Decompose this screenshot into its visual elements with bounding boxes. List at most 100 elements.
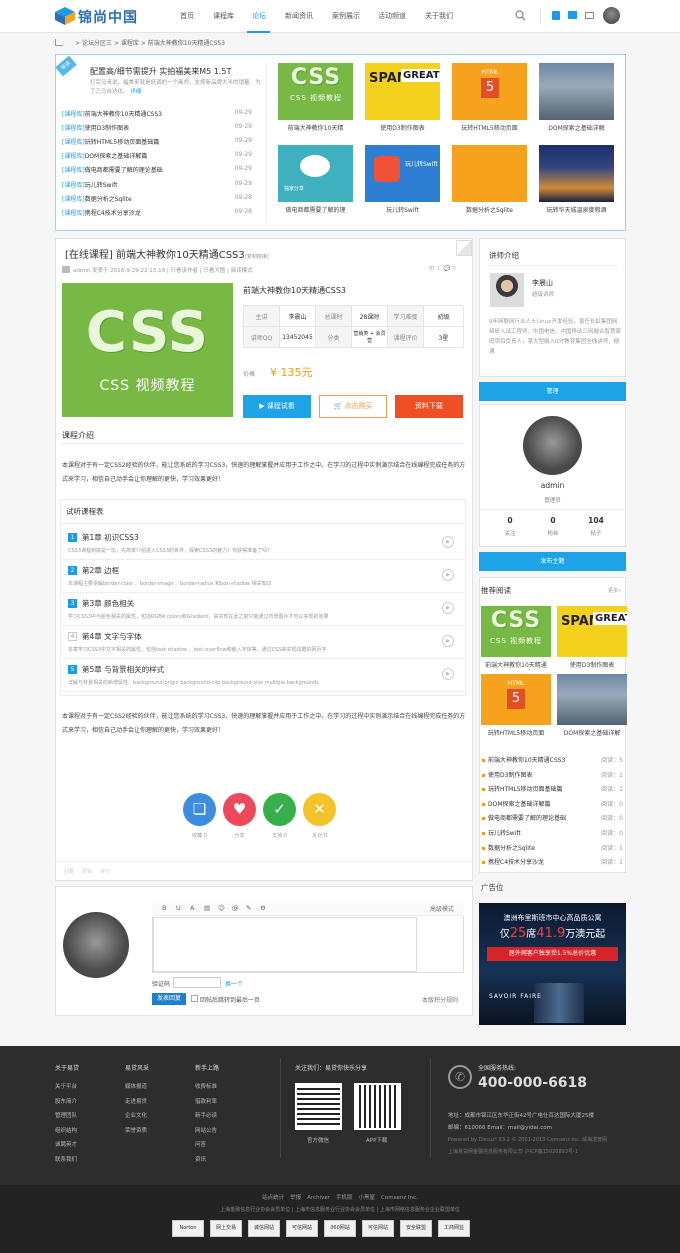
news-title[interactable]: 数据分析之Sqlite (85, 196, 132, 203)
recommend-caption[interactable]: 使用D3制作图表 (557, 660, 627, 669)
captcha-change-link[interactable]: 换一个 (225, 979, 243, 988)
recommend-title[interactable]: 携程C4技术分享沙龙 (488, 859, 544, 866)
recommend-title[interactable]: 玩儿转Swift (488, 830, 521, 837)
lesson-item[interactable]: 2 第2章 边框 本课程主要讲解border-color 、border-image… (62, 562, 464, 593)
footer-link[interactable]: 借款利率 (195, 1097, 217, 1105)
recommend-caption[interactable]: 玩转HTML5移动页面 (481, 728, 551, 737)
thumb-caption[interactable]: 玩转华天城温泉度假酒 (539, 205, 614, 214)
security-badge[interactable]: 网上交易 (210, 1220, 242, 1237)
support-icon[interactable]: ✓ (263, 793, 296, 826)
news-item[interactable]: [课程库]携程C4技术分享沙龙 09-28 (62, 208, 252, 222)
recommend-image[interactable]: HTML 5 (481, 674, 551, 725)
report-link[interactable]: 举报 (82, 869, 92, 875)
recommend-image[interactable]: CSS CSS 视频教程 (481, 606, 551, 657)
editor-tool-icon[interactable]: ☺ (218, 904, 225, 912)
admin-name[interactable]: admin (479, 481, 626, 490)
thumb-card[interactable]: SPAM GREAT! 使用D3制作图表 (365, 63, 441, 141)
news-item[interactable]: [课程库]玩转HTML5移动页面基础篇 09-29 (62, 137, 252, 151)
news-title[interactable]: 玩转HTML5移动页面基础篇 (85, 139, 160, 146)
security-badge[interactable]: 安全联盟 (400, 1220, 432, 1237)
security-badge[interactable]: 诚信网站 (248, 1220, 280, 1237)
security-badge[interactable]: 360网站 (324, 1220, 356, 1237)
captcha-input[interactable] (173, 977, 221, 988)
footer-bottom-link[interactable]: 站点统计 (262, 1195, 284, 1201)
recommend-item[interactable]: 携程C4技术分享沙龙 阅读：1 (482, 857, 623, 872)
footer-link[interactable]: 企业文化 (125, 1111, 147, 1119)
admin-avatar[interactable] (523, 416, 582, 475)
news-title[interactable]: DOM探索之基础详解篇 (85, 153, 148, 160)
thumb-caption[interactable]: 玩转HTML5移动页面 (452, 123, 527, 132)
lesson-title[interactable]: 第1章 初识CSS3 (82, 532, 139, 543)
news-category[interactable]: [课程库] (62, 167, 85, 174)
thumb-card[interactable]: CSS CSS 视频教程 前端大神教你10天精 (278, 63, 354, 141)
jump-checkbox[interactable] (191, 995, 198, 1002)
lesson-item[interactable]: 1 第1章 初识CSS3 CSS3课程到底是一坛，先简单介绍进入CSS3的世界，探索… (62, 529, 464, 560)
security-badge[interactable]: 可信网站 (362, 1220, 394, 1237)
post-topic-button[interactable]: 发布主题 (479, 552, 626, 571)
manage-button[interactable]: 管理 (479, 382, 626, 401)
thumb-image[interactable] (539, 63, 614, 120)
recommend-item[interactable]: DOM探索之基础详解篇 阅读：0 (482, 799, 623, 814)
news-title[interactable]: 携程C4技术分享沙龙 (85, 210, 141, 217)
lesson-item[interactable]: 5 第5章 与背景相关的样式 详解与背景相关的新增属性：background-ori… (62, 661, 464, 692)
thumb-card[interactable]: 玩转华天城温泉度假酒 (539, 145, 615, 223)
bell-icon[interactable] (552, 11, 560, 20)
lesson-item[interactable]: 3 第3章 颜色相关 学习CSS3中与颜色相关的属性，包括RGBA colors和G… (62, 595, 464, 626)
thumb-caption[interactable]: DOM探索之基础详解 (539, 123, 614, 132)
nav-forum[interactable]: 论坛 (252, 11, 266, 21)
footer-link[interactable]: 诚聘英才 (55, 1140, 77, 1148)
footer-link[interactable]: 收费标准 (195, 1082, 217, 1090)
recommend-image[interactable] (557, 674, 627, 725)
featured-title[interactable]: 配置高/细节需提升 实拍福美来M5 1.5T (90, 66, 231, 77)
footer-link[interactable]: 走进易贷 (125, 1097, 147, 1105)
editor-tool-icon[interactable]: A (190, 904, 194, 912)
recommend-title[interactable]: 前端大神教你10天精通CSS3 (488, 757, 565, 764)
lesson-item[interactable]: 4 第4章 文字与字体 本章学习CSS3中文字相关的属性，包括text-shadow… (62, 628, 464, 659)
editor-tool-icon[interactable]: ▤ (204, 904, 210, 912)
news-category[interactable]: [课程库] (62, 111, 85, 118)
thumb-image[interactable]: 玩儿转Swift (365, 145, 440, 202)
avatar[interactable] (603, 7, 620, 24)
stat-value[interactable]: 0 (533, 516, 573, 525)
lesson-title[interactable]: 第4章 文字与字体 (82, 631, 142, 642)
reply-textarea[interactable] (153, 917, 417, 972)
editor-tool-icon[interactable]: ✎ (246, 904, 251, 912)
reply-link[interactable]: 回复 (64, 869, 74, 875)
recommend-item[interactable]: 玩儿转Swift 阅读：0 (482, 828, 623, 843)
recommend-item[interactable]: 数据分析之Sqlite 阅读：1 (482, 843, 623, 858)
nav-news[interactable]: 新闻资讯 (285, 11, 313, 21)
recommend-item[interactable]: 使用D3制作图表 阅读：1 (482, 770, 623, 785)
rules-link[interactable]: 本版积分规则 (422, 995, 458, 1004)
news-category[interactable]: [课程库] (62, 210, 85, 217)
recommend-title[interactable]: 使用D3制作图表 (488, 772, 532, 779)
rate-link[interactable]: 评分 (100, 869, 110, 875)
news-title[interactable]: 玩儿转Swift (85, 182, 118, 189)
nav-cases[interactable]: 案例展示 (332, 11, 360, 21)
news-item[interactable]: [课程库]前端大神教你10天精通CSS3 09-29 (62, 109, 252, 123)
footer-bottom-link[interactable]: 手机版 (336, 1195, 353, 1201)
thumb-image[interactable]: CSS CSS 视频教程 (278, 63, 353, 120)
thumb-image[interactable]: SPAM GREAT! (365, 63, 440, 120)
share-icon[interactable]: ♥ (223, 793, 256, 826)
news-category[interactable]: [课程库] (62, 182, 85, 189)
news-title[interactable]: 前端大神教你10天精通CSS3 (85, 111, 162, 118)
favorite-icon[interactable]: ❏ (183, 793, 216, 826)
recommend-card[interactable]: CSS CSS 视频教程前端大神教你10天精通 (481, 606, 551, 672)
search-icon[interactable] (515, 10, 526, 21)
preview-button[interactable]: ▶ 课程试看 (243, 395, 311, 418)
play-icon[interactable]: ▶ (442, 536, 454, 548)
thumb-image[interactable]: HTML 5 (452, 63, 527, 120)
recommend-caption[interactable]: 前端大神教你10天精通 (481, 660, 551, 669)
thumb-card[interactable]: 独家分享做电商都需要了解的理 (278, 145, 354, 223)
news-item[interactable]: [课程库]DOM探索之基础详解篇 09-29 (62, 151, 252, 165)
lesson-title[interactable]: 第2章 边框 (82, 565, 119, 576)
editor-tool-icon[interactable]: ⚙ (260, 904, 266, 912)
recommend-caption[interactable]: DOM探索之基础详解 (557, 728, 627, 737)
submit-reply-button[interactable]: 发表回复 (152, 993, 186, 1005)
footer-link[interactable]: 组织结构 (55, 1126, 77, 1134)
stat-value[interactable]: 104 (576, 516, 616, 525)
news-item[interactable]: [课程库]玩儿转Swift 09-29 (62, 180, 252, 194)
thumb-image[interactable]: 独家分享 (278, 145, 353, 202)
editor-tool-icon[interactable]: @ (232, 904, 239, 912)
thumb-caption[interactable]: 做电商都需要了解的理 (278, 205, 353, 214)
